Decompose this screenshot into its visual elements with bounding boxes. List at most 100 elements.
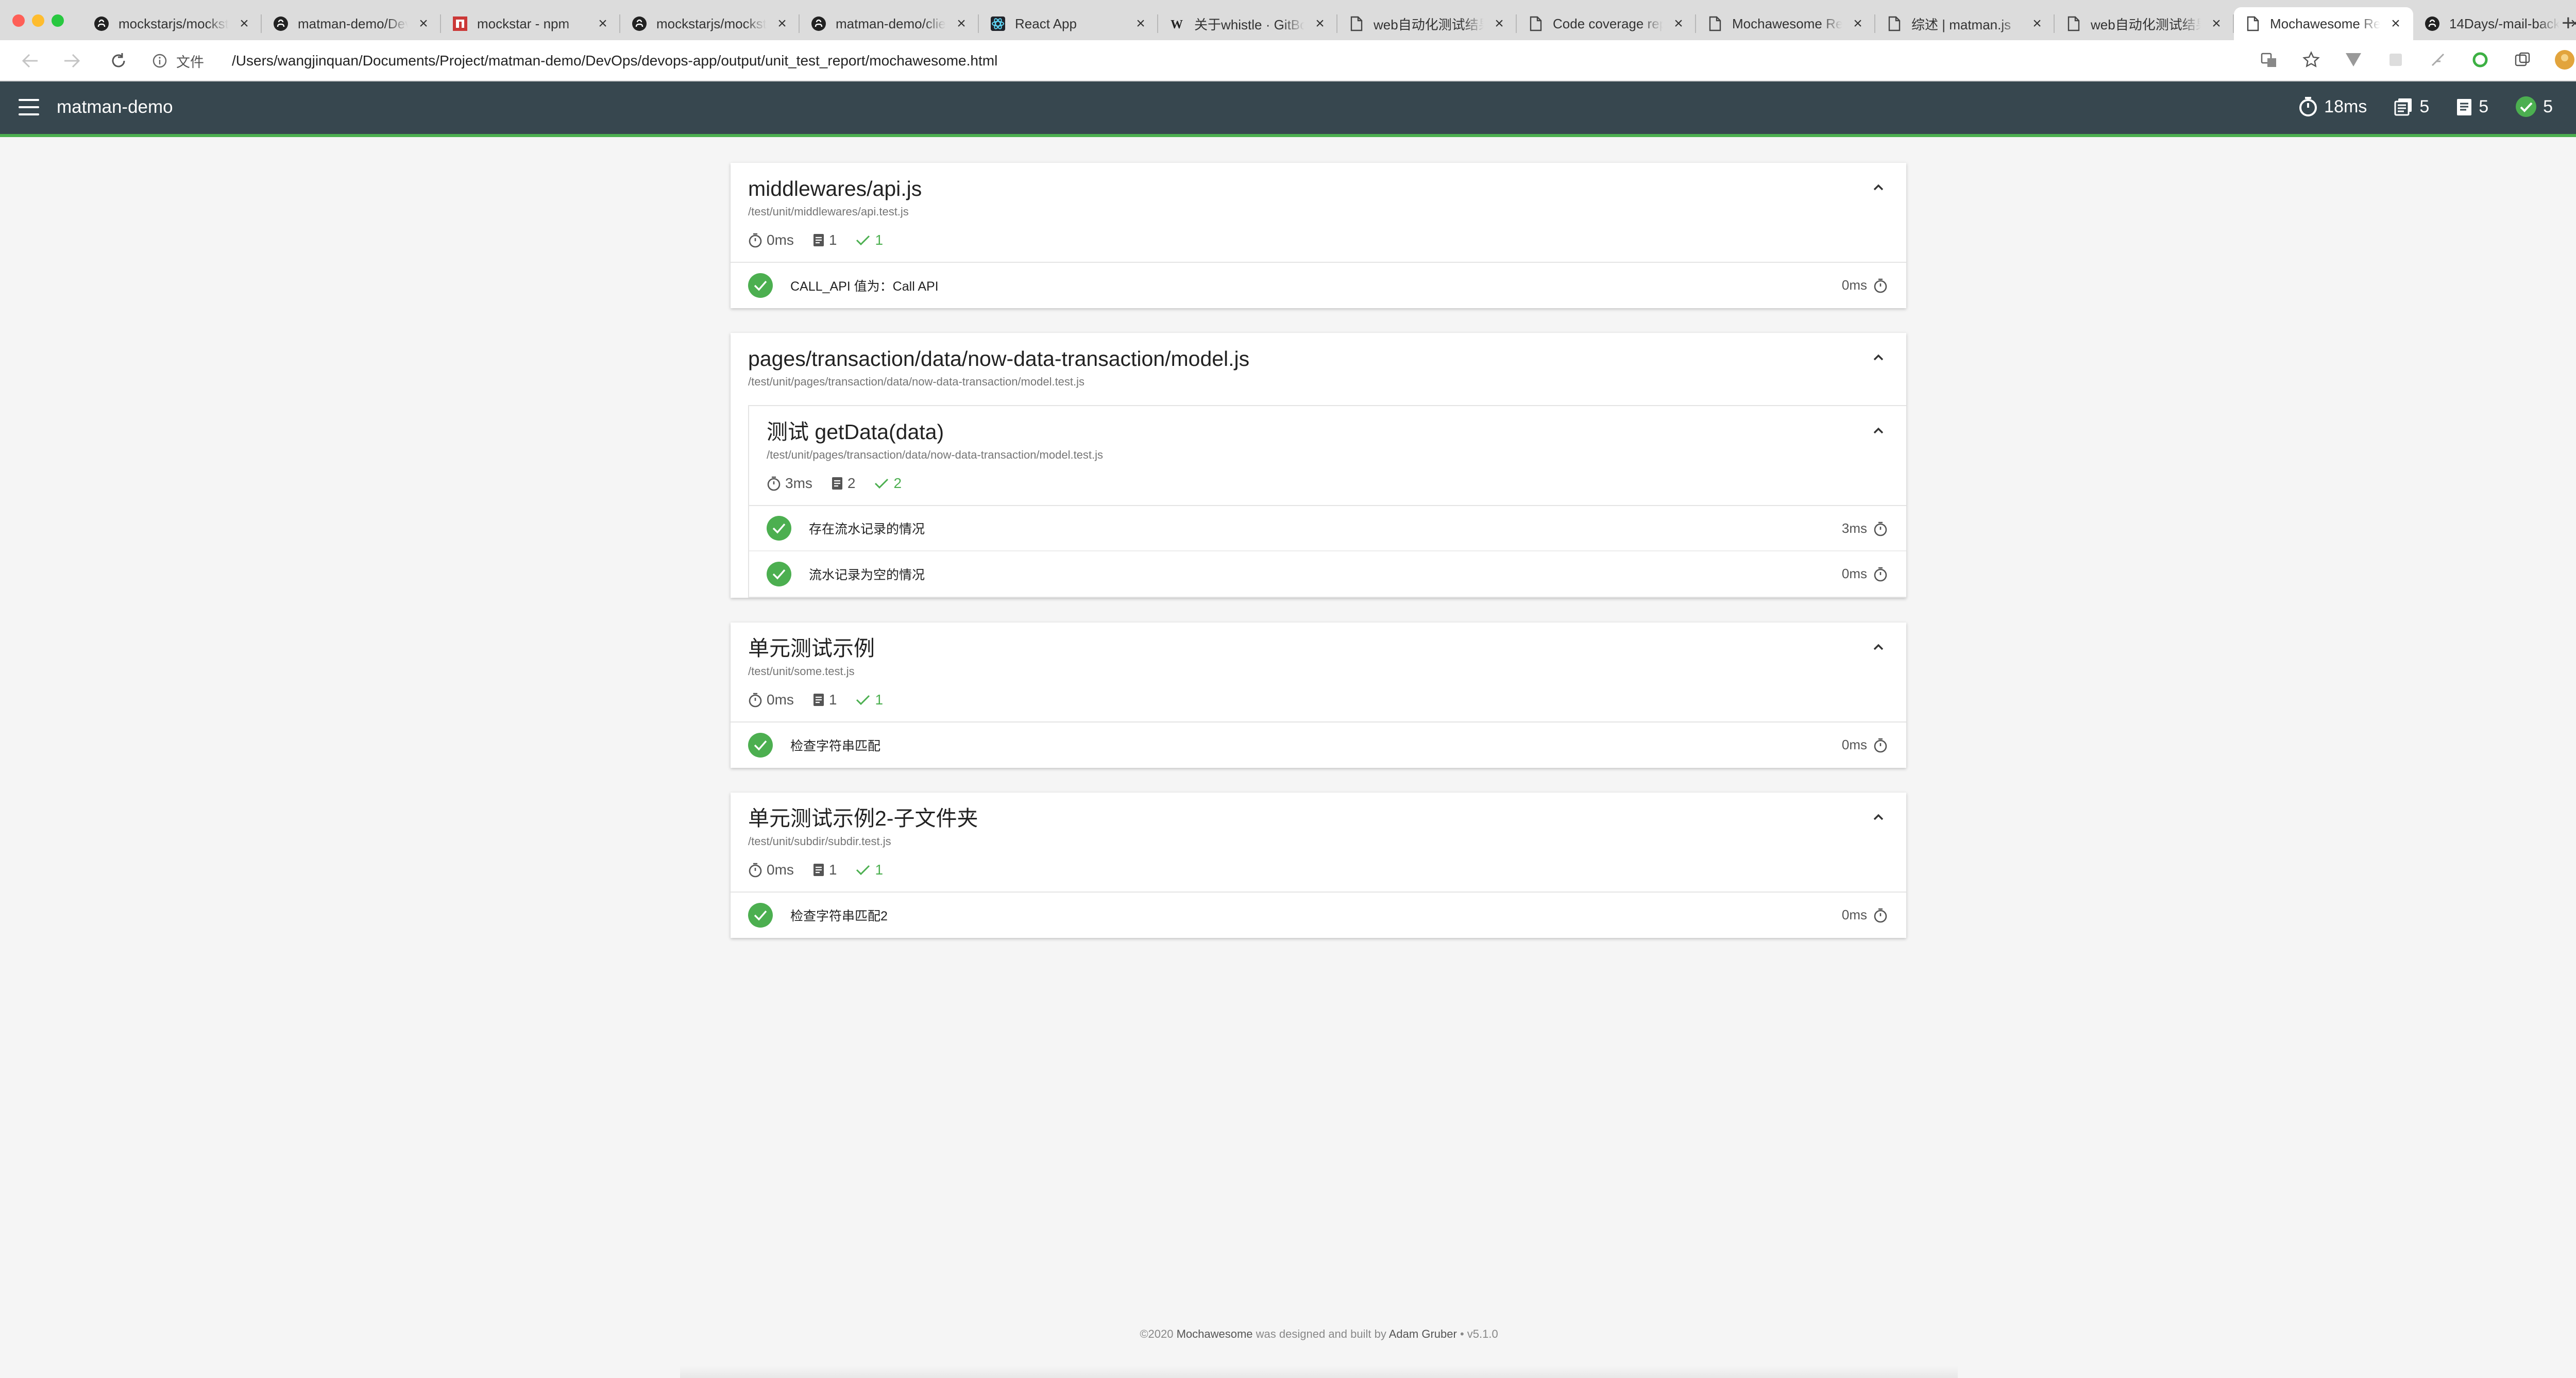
suite-title: 单元测试示例2-子文件夹	[748, 806, 978, 830]
check-icon	[856, 865, 870, 876]
zoom-window-button[interactable]	[52, 14, 64, 27]
tests-stat[interactable]: 5	[2456, 97, 2488, 117]
close-tab-icon[interactable]: ×	[238, 15, 250, 32]
extensions-puzzle-icon[interactable]	[2512, 49, 2533, 70]
browser-tab[interactable]: W 关于whistle · GitBook ×	[1158, 7, 1337, 40]
test-row[interactable]: 流水记录为空的情况 0ms	[749, 551, 1906, 597]
tab-list: mockstarjs/mockstar×matman-demo/DevOps×m…	[82, 7, 2576, 40]
document-icon	[2245, 16, 2261, 31]
browser-tab[interactable]: mockstar - npm ×	[441, 7, 620, 40]
browser-tab[interactable]: matman-demo/DevOps ×	[262, 7, 441, 40]
extension-feather-icon[interactable]	[2428, 49, 2448, 70]
nested-suite-header: 测试 getData(data) /test/unit/pages/transa…	[749, 406, 1906, 505]
forward-button[interactable]	[61, 49, 83, 72]
browser-tab[interactable]: Code coverage report ×	[1517, 7, 1696, 40]
nested-suite-title: 测试 getData(data)	[767, 420, 944, 444]
passed-check-circle-icon	[748, 733, 773, 758]
test-title: 检查字符串匹配	[790, 739, 881, 753]
close-tab-icon[interactable]: ×	[2031, 15, 2043, 32]
close-tab-icon[interactable]: ×	[2389, 15, 2402, 32]
npm-icon	[452, 16, 468, 31]
chevron-up-icon[interactable]	[1871, 424, 1886, 438]
passed-check-circle-icon	[2516, 96, 2537, 117]
close-tab-icon[interactable]: ×	[2210, 15, 2223, 32]
reload-button[interactable]	[107, 49, 130, 72]
suite-header: pages/transaction/data/now-data-transact…	[731, 333, 1906, 389]
new-tab-button[interactable]: +	[2562, 10, 2575, 36]
close-tab-icon[interactable]: ×	[417, 15, 430, 32]
menu-button[interactable]	[19, 99, 39, 115]
close-tab-icon[interactable]: ×	[1134, 15, 1147, 32]
back-button[interactable]	[19, 49, 41, 72]
close-window-button[interactable]	[12, 14, 25, 27]
suites-stat[interactable]: 5	[2394, 97, 2429, 117]
browser-tab[interactable]: mockstarjs/mockstar ×	[620, 7, 800, 40]
minimize-window-button[interactable]	[32, 14, 44, 27]
timer-icon	[1874, 567, 1887, 581]
browser-tab-title: matman-demo/client	[836, 15, 946, 31]
vue-devtools-icon[interactable]	[2343, 49, 2364, 70]
close-tab-icon[interactable]: ×	[955, 15, 968, 32]
chevron-up-icon[interactable]	[1871, 350, 1886, 365]
test-row[interactable]: 检查字符串匹配2 0ms	[731, 893, 1906, 938]
extension-green-ring-icon[interactable]	[2470, 49, 2490, 70]
footer-version: • v5.1.0	[1460, 1327, 1498, 1340]
browser-tab[interactable]: web自动化测试结果 ×	[1337, 7, 1517, 40]
test-duration: 0ms	[1842, 277, 1888, 293]
close-tab-icon[interactable]: ×	[1672, 15, 1685, 32]
url-text[interactable]: /Users/wangjinquan/Documents/Project/mat…	[232, 53, 997, 69]
timer-icon	[2299, 97, 2317, 116]
passed-check-circle-icon	[748, 273, 773, 298]
browser-tab[interactable]: 综述 | matman.js ×	[1875, 7, 2055, 40]
close-tab-icon[interactable]: ×	[597, 15, 609, 32]
whistle-icon: W	[1170, 16, 1185, 31]
suite-tests-count: 2	[847, 475, 856, 491]
browser-tab-title: 14Days/-mail-backend	[2449, 15, 2560, 31]
profile-avatar-icon[interactable]	[2554, 49, 2575, 70]
test-row[interactable]: CALL_API 值为：Call API 0ms	[731, 263, 1906, 308]
timer-icon	[1874, 738, 1887, 752]
browser-tab[interactable]: Mochawesome Report ×	[1696, 7, 1875, 40]
close-tab-icon[interactable]: ×	[776, 15, 788, 32]
browser-tab[interactable]: 14Days/-mail-backend×	[2413, 7, 2576, 40]
bookmark-star-icon[interactable]	[2301, 49, 2321, 70]
test-row[interactable]: 存在流水记录的情况 3ms	[749, 506, 1906, 551]
close-tab-icon[interactable]: ×	[1852, 15, 1864, 32]
timer-icon	[1874, 278, 1887, 293]
nested-suite-file-path: /test/unit/pages/transaction/data/now-da…	[767, 448, 1104, 461]
extension-icons	[2259, 49, 2576, 70]
test-duration-value: 0ms	[1841, 907, 1867, 922]
browser-tab[interactable]: mockstarjs/mockstar ×	[82, 7, 262, 40]
browser-tab-title: React App	[1015, 15, 1077, 31]
suite-passed-count: 1	[875, 232, 884, 248]
test-row[interactable]: 检查字符串匹配 0ms	[731, 722, 1906, 768]
window-controls	[12, 14, 64, 27]
close-tab-icon[interactable]: ×	[1493, 15, 1505, 32]
browser-tab[interactable]: web自动化测试结果 ×	[2055, 7, 2234, 40]
suite-duration: 0ms	[767, 862, 794, 878]
footer-brand-link[interactable]: Mochawesome	[1177, 1327, 1253, 1340]
document-icon	[1707, 16, 1723, 31]
passes-stat[interactable]: 5	[2515, 96, 2553, 117]
github-icon	[273, 16, 289, 31]
reload-icon	[112, 53, 125, 68]
browser-tab[interactable]: Mochawesome Report ×	[2234, 7, 2413, 40]
chevron-up-icon[interactable]	[1871, 640, 1886, 654]
passed-check-circle-icon	[767, 516, 791, 541]
translate-icon[interactable]	[2259, 49, 2279, 70]
footer-author-link[interactable]: Adam Gruber	[1389, 1327, 1457, 1340]
chevron-up-icon[interactable]	[1871, 180, 1886, 195]
tests-count: 5	[2479, 96, 2489, 116]
suite-file-path: /test/unit/some.test.js	[748, 665, 855, 678]
report-title: matman-demo	[57, 97, 173, 117]
suite-file-path: /test/unit/middlewares/api.test.js	[748, 205, 909, 218]
address-bar[interactable]: 文件 /Users/wangjinquan/Documents/Project/…	[152, 46, 2275, 75]
chevron-up-icon[interactable]	[1871, 810, 1886, 825]
suite-file-path: /test/unit/subdir/subdir.test.js	[748, 835, 891, 848]
suite-header: middlewares/api.js /test/unit/middleware…	[731, 163, 1906, 262]
browser-tab[interactable]: matman-demo/client ×	[800, 7, 979, 40]
suite-summary: 0ms 1 1	[748, 862, 1889, 892]
browser-tab[interactable]: React App ×	[979, 7, 1158, 40]
extension-grey-icon[interactable]	[2385, 49, 2406, 70]
close-tab-icon[interactable]: ×	[1314, 15, 1326, 32]
